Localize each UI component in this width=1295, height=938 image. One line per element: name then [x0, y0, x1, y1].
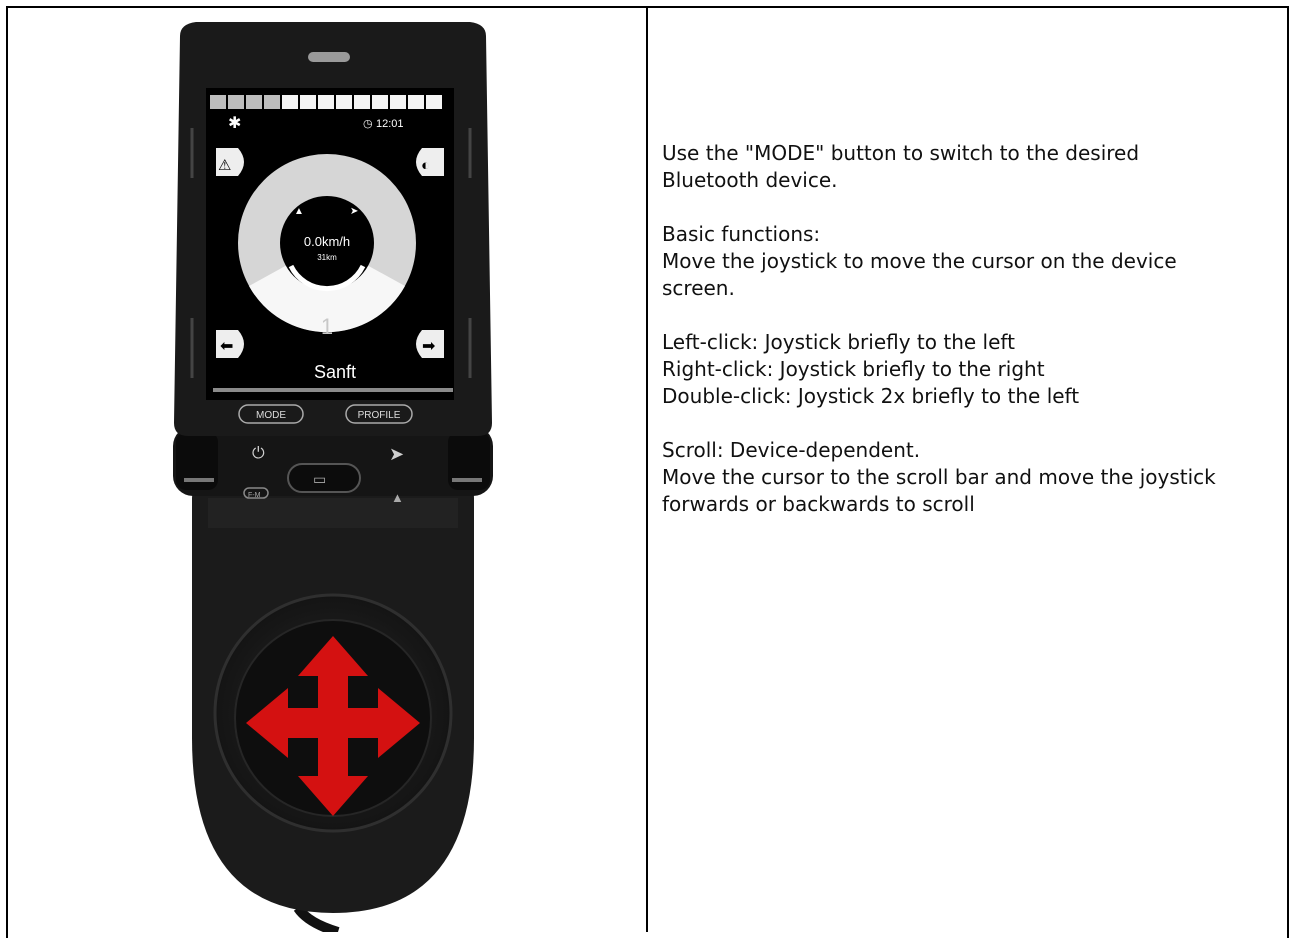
arrow-horizontal-bar [283, 708, 383, 738]
screen-underline [213, 388, 453, 392]
hazard-icon: ⚠ [218, 157, 231, 174]
left-arrow-icon: ⬅ [220, 338, 233, 355]
fm-label: F-M [248, 492, 261, 499]
speed-readout: 0.0km/h [304, 234, 350, 249]
basic-functions: Basic functions: Move the joystick to mo… [662, 222, 1177, 300]
clock-text: 12:01 [376, 118, 404, 130]
mode-instruction: Use the "MODE" button to switch to the d… [662, 141, 1140, 192]
mode-label: MODE [256, 410, 286, 421]
device-image-cell: ⏻ ➤ ▭ F-M ▲ ✱ ◷ 12:01 ⚠ ◐ 0.0km/h 31km ▲… [8, 8, 646, 937]
click-instructions: Left-click: Joystick briefly to the left… [662, 330, 1080, 408]
asterisk-icon: ✱ [228, 115, 241, 132]
column-divider [646, 6, 648, 932]
hare-icon: ➤ [389, 444, 404, 464]
profile-name: Sanft [314, 362, 356, 382]
scroll-instructions: Scroll: Device-dependent. Move the curso… [662, 438, 1216, 516]
horn-icon: ▭ [313, 471, 326, 487]
instructions-cell: Use the "MODE" button to switch to the d… [662, 140, 1282, 545]
hare-small-icon: ➤ [350, 206, 358, 217]
sensor-slot [308, 52, 350, 62]
distance-readout: 31km [317, 253, 337, 262]
tortoise-icon: ▲ [391, 490, 404, 505]
tortoise-small-icon: ▲ [294, 206, 304, 217]
power-icon[interactable]: ⏻ [252, 445, 265, 462]
clock-icon: ◷ [363, 118, 373, 130]
wheelchair-controller-illustration: ⏻ ➤ ▭ F-M ▲ ✱ ◷ 12:01 ⚠ ◐ 0.0km/h 31km ▲… [173, 22, 493, 937]
gear-number: 1 [321, 314, 333, 339]
profile-label: PROFILE [358, 410, 401, 421]
headlight-icon: ◐ [421, 157, 430, 174]
right-arrow-icon: ➡ [422, 338, 435, 355]
